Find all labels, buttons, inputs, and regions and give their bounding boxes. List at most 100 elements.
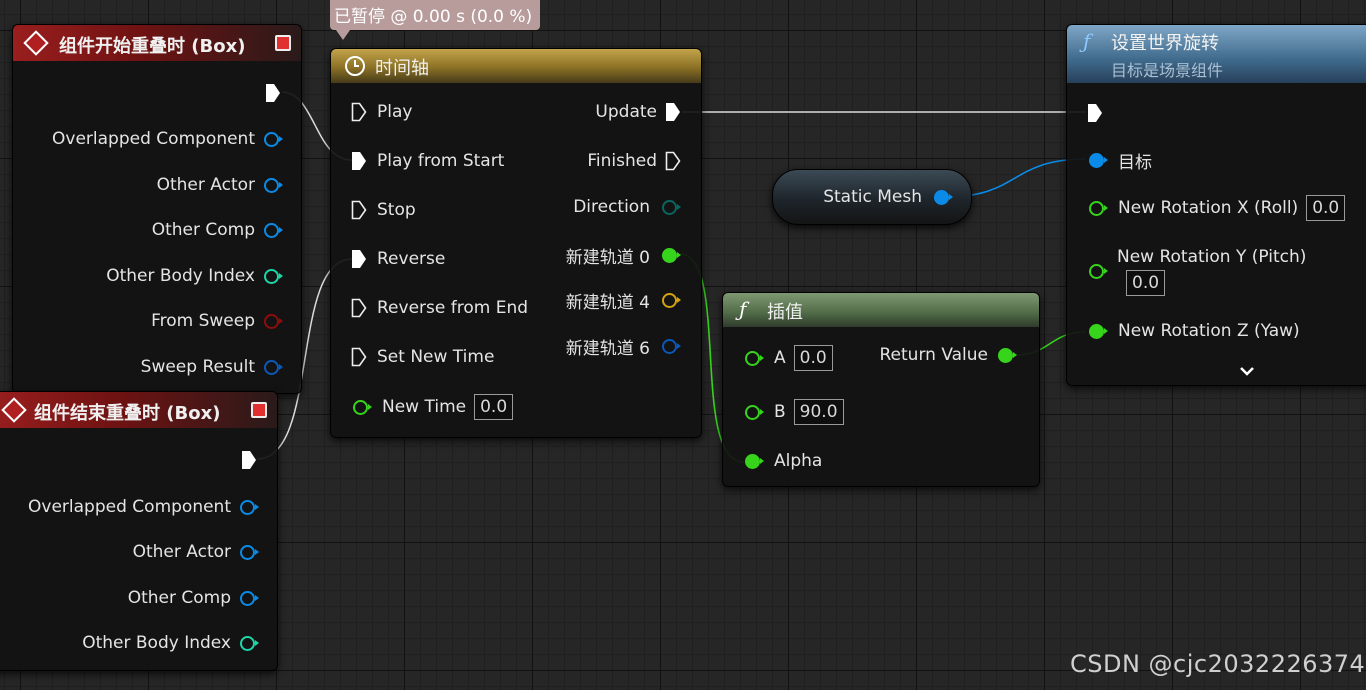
new-time-input-pin[interactable]: New Time 0.0 [353, 394, 514, 420]
exec-in-pin-icon[interactable] [351, 200, 367, 220]
reverse-from-end-input-pin[interactable]: Reverse from End [351, 298, 528, 318]
new-time-value-field[interactable]: 0.0 [474, 394, 514, 420]
reverse-input-pin[interactable]: Reverse [351, 249, 445, 269]
begin-overlap-event-node[interactable]: 组件开始重叠时 (Box) Overlapped Component Other… [12, 24, 302, 394]
set-new-time-input-pin[interactable]: Set New Time [351, 347, 494, 367]
byte-pin-icon[interactable] [662, 199, 681, 215]
rotation-y-value-field[interactable]: 0.0 [1126, 270, 1166, 296]
vector-pin-icon[interactable] [662, 339, 681, 354]
b-input-pin[interactable]: B 90.0 [745, 399, 844, 425]
exec-out-pin[interactable] [265, 83, 281, 103]
pin-row[interactable]: Other Actor [132, 542, 259, 562]
pin-label: 新建轨道 4 [565, 293, 650, 313]
pin-row[interactable]: Other Body Index [106, 266, 283, 286]
pin-row[interactable]: Overlapped Component [52, 129, 283, 149]
track-4-output-pin[interactable]: 新建轨道 4 [565, 288, 681, 313]
finished-output-pin[interactable]: Finished [587, 151, 681, 171]
pin-label: B [774, 402, 786, 422]
pin-label: Update [595, 102, 657, 122]
pin-row[interactable]: Sweep Result [141, 357, 283, 377]
pin-row[interactable]: Other Comp [128, 588, 259, 608]
exec-in-pin-icon[interactable] [351, 347, 367, 367]
node-title: 时间轴 [375, 58, 429, 79]
play-input-pin[interactable]: Play [351, 102, 412, 122]
alpha-input-pin[interactable]: Alpha [745, 451, 822, 471]
pin-row[interactable]: From Sweep [151, 311, 283, 331]
float-pin-icon[interactable] [353, 399, 372, 415]
pin-label: A [774, 348, 786, 368]
object-pin-icon[interactable] [240, 590, 259, 606]
int-pin-icon[interactable] [240, 635, 259, 651]
track-6-output-pin[interactable]: 新建轨道 6 [565, 334, 681, 359]
lerp-node[interactable]: ƒ 插值 A 0.0 B 90.0 Alpha Return Value [722, 292, 1040, 487]
bool-pin-icon[interactable] [264, 313, 283, 329]
pin-label: New Rotation Y (Pitch) [1117, 247, 1307, 267]
object-pin-icon[interactable] [240, 544, 259, 560]
object-pin-icon[interactable] [264, 177, 283, 193]
int-pin-icon[interactable] [264, 268, 283, 284]
node-title: 设置世界旋转 [1111, 33, 1219, 54]
float-pin-icon[interactable] [662, 248, 681, 263]
object-pin-icon[interactable] [934, 189, 953, 205]
exec-in-pin[interactable] [1087, 103, 1103, 123]
exec-in-pin-icon[interactable] [351, 102, 367, 122]
float-pin-icon[interactable] [998, 347, 1017, 363]
pin-row[interactable]: Other Comp [152, 220, 283, 240]
update-output-pin[interactable]: Update [595, 102, 681, 122]
event-track-pin-icon[interactable] [662, 293, 681, 308]
a-value-field[interactable]: 0.0 [793, 345, 833, 371]
target-input-pin[interactable]: 目标 [1089, 148, 1152, 173]
node-header[interactable]: ƒ 插值 [723, 293, 1039, 327]
exec-in-pin-icon[interactable] [351, 249, 367, 269]
float-pin-icon[interactable] [1089, 200, 1108, 216]
end-overlap-event-node[interactable]: 组件结束重叠时 (Box) Overlapped Component Other… [0, 391, 278, 671]
timeline-node[interactable]: 时间轴 Play Play from Start Stop Reverse Re… [330, 48, 702, 438]
pin-label: Set New Time [377, 347, 495, 367]
static-mesh-output-pin[interactable]: Static Mesh [823, 187, 953, 207]
timeline-status-tooltip: 已暂停 @ 0.00 s (0.0 %) [330, 0, 540, 40]
pin-label: Play from Start [377, 151, 505, 171]
object-pin-icon[interactable] [1089, 153, 1108, 168]
static-mesh-variable-node[interactable]: Static Mesh [772, 169, 972, 225]
pin-row[interactable]: Other Body Index [82, 633, 259, 653]
float-pin-icon[interactable] [745, 404, 764, 420]
pin-row[interactable]: Overlapped Component [28, 497, 259, 517]
float-pin-icon[interactable] [745, 350, 764, 366]
node-header[interactable]: 时间轴 [331, 49, 701, 83]
pin-row[interactable]: Other Actor [157, 175, 283, 195]
node-header[interactable]: 组件开始重叠时 (Box) [13, 25, 301, 61]
set-world-rotation-node[interactable]: ƒ 设置世界旋转 目标是场景组件 目标 New Rotation X (Roll… [1066, 24, 1366, 386]
pin-label: Play [377, 102, 413, 122]
stop-input-pin[interactable]: Stop [351, 200, 416, 220]
exec-in-pin-icon[interactable] [351, 298, 367, 318]
rotation-z-input-pin[interactable]: New Rotation Z (Yaw) [1089, 321, 1300, 341]
exec-out-pin[interactable] [241, 450, 257, 470]
object-pin-icon[interactable] [264, 222, 283, 238]
chevron-down-icon[interactable] [1239, 365, 1255, 377]
play-from-start-input-pin[interactable]: Play from Start [351, 151, 504, 171]
object-pin-icon[interactable] [240, 499, 259, 515]
exec-out-pin-icon[interactable] [665, 151, 681, 171]
b-value-field[interactable]: 90.0 [793, 399, 844, 425]
direction-output-pin[interactable]: Direction [573, 197, 681, 217]
node-header[interactable]: ƒ 设置世界旋转 目标是场景组件 [1067, 25, 1366, 83]
return-value-output-pin[interactable]: Return Value [880, 345, 1017, 365]
rotation-x-value-field[interactable]: 0.0 [1306, 195, 1346, 221]
track-0-output-pin[interactable]: 新建轨道 0 [566, 243, 681, 268]
exec-out-pin-icon[interactable] [665, 102, 681, 122]
pin-label: Reverse [377, 249, 446, 269]
float-pin-icon[interactable] [745, 453, 764, 469]
float-pin-icon[interactable] [1089, 264, 1108, 279]
node-header[interactable]: 组件结束重叠时 (Box) [0, 392, 277, 428]
pin-label: Other Actor [132, 542, 231, 562]
pin-label: 新建轨道 6 [565, 339, 650, 359]
object-pin-icon[interactable] [264, 131, 283, 147]
rotation-x-input-pin[interactable]: New Rotation X (Roll) 0.0 [1089, 195, 1346, 221]
float-pin-icon[interactable] [1089, 323, 1108, 339]
delegate-pin-icon[interactable] [251, 402, 267, 418]
exec-in-pin-icon[interactable] [351, 151, 367, 171]
pin-label: Direction [573, 197, 650, 217]
delegate-pin-icon[interactable] [275, 35, 291, 51]
a-input-pin[interactable]: A 0.0 [745, 345, 833, 371]
struct-pin-icon[interactable] [264, 359, 283, 375]
